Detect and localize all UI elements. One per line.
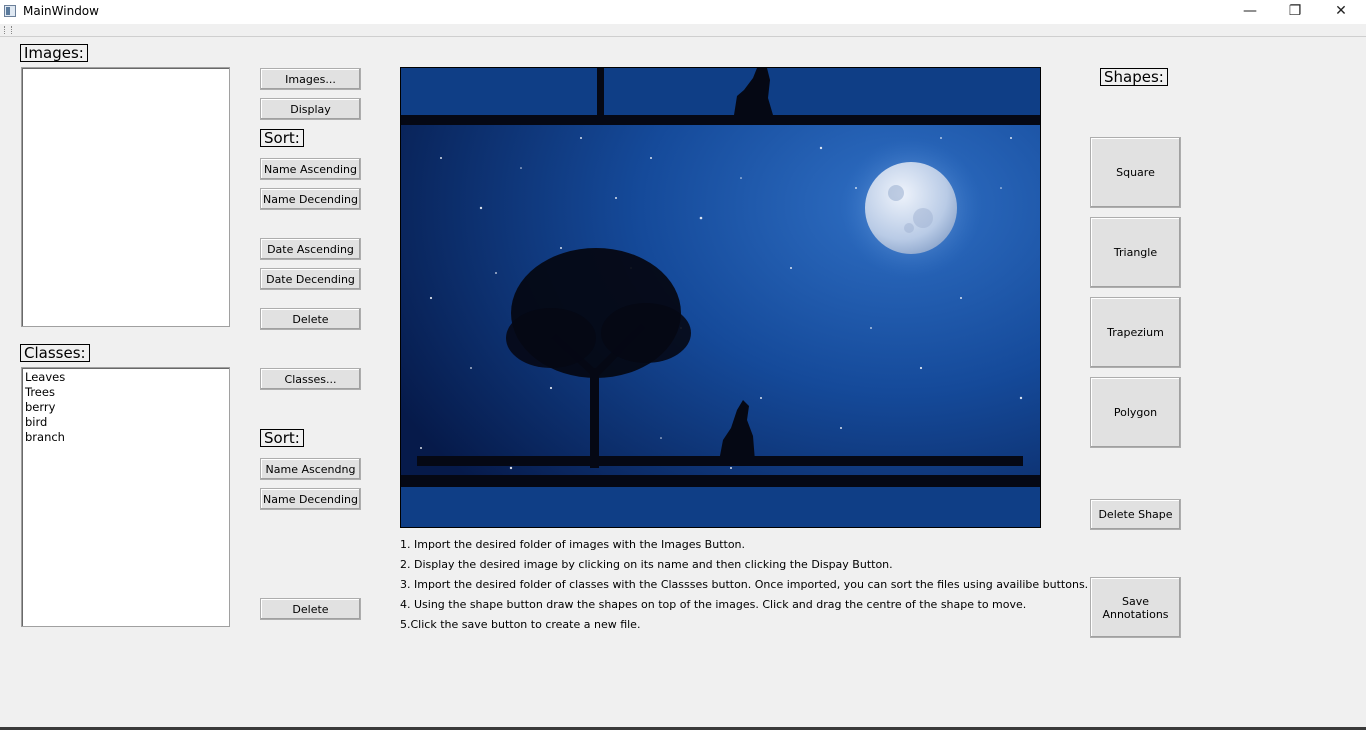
- images-label: Images:: [20, 44, 88, 62]
- display-button[interactable]: Display: [260, 98, 361, 120]
- toolbar-grip-icon[interactable]: [4, 26, 12, 34]
- instruction-line: 4. Using the shape button draw the shape…: [400, 598, 1027, 611]
- images-button[interactable]: Images...: [260, 68, 361, 90]
- shapes-label: Shapes:: [1100, 68, 1168, 86]
- date-ascending-button[interactable]: Date Ascending: [260, 238, 361, 260]
- save-annotations-button[interactable]: Save Annotations: [1090, 577, 1181, 638]
- delete-shape-button[interactable]: Delete Shape: [1090, 499, 1181, 530]
- list-item[interactable]: berry: [25, 400, 226, 415]
- class-sort-label: Sort:: [260, 429, 304, 447]
- images-list[interactable]: [21, 67, 230, 327]
- night-sky-image: [401, 68, 1040, 527]
- maximize-icon[interactable]: ❐: [1272, 0, 1318, 24]
- class-name-ascending-button[interactable]: Name Ascendng: [260, 458, 361, 480]
- image-canvas[interactable]: [400, 67, 1041, 528]
- polygon-button[interactable]: Polygon: [1090, 377, 1181, 448]
- classes-list[interactable]: Leaves Trees berry bird branch: [21, 367, 230, 627]
- triangle-button[interactable]: Triangle: [1090, 217, 1181, 288]
- classes-label: Classes:: [20, 344, 90, 362]
- list-item[interactable]: branch: [25, 430, 226, 445]
- list-item[interactable]: Trees: [25, 385, 226, 400]
- instruction-line: 2. Display the desired image by clicking…: [400, 558, 893, 571]
- trapezium-button[interactable]: Trapezium: [1090, 297, 1181, 368]
- instruction-line: 3. Import the desired folder of classes …: [400, 578, 1089, 591]
- instructions: 1. Import the desired folder of images w…: [400, 537, 1089, 637]
- image-sort-label: Sort:: [260, 129, 304, 147]
- list-item[interactable]: Leaves: [25, 370, 226, 385]
- instruction-line: 1. Import the desired folder of images w…: [400, 538, 746, 551]
- title-bar: MainWindow — ❐ ✕: [0, 0, 1366, 24]
- delete-class-button[interactable]: Delete: [260, 598, 361, 620]
- window-title: MainWindow: [23, 4, 99, 18]
- square-button[interactable]: Square: [1090, 137, 1181, 208]
- classes-button[interactable]: Classes...: [260, 368, 361, 390]
- close-icon[interactable]: ✕: [1318, 0, 1364, 24]
- minimize-icon[interactable]: —: [1227, 0, 1273, 24]
- app-window-icon: [4, 5, 16, 17]
- instruction-line: 5.Click the save button to create a new …: [400, 618, 641, 631]
- class-name-descending-button[interactable]: Name Decending: [260, 488, 361, 510]
- image-name-descending-button[interactable]: Name Decending: [260, 188, 361, 210]
- image-name-ascending-button[interactable]: Name Ascending: [260, 158, 361, 180]
- delete-image-button[interactable]: Delete: [260, 308, 361, 330]
- list-item[interactable]: bird: [25, 415, 226, 430]
- date-descending-button[interactable]: Date Decending: [260, 268, 361, 290]
- toolbar-strip: [0, 24, 1366, 37]
